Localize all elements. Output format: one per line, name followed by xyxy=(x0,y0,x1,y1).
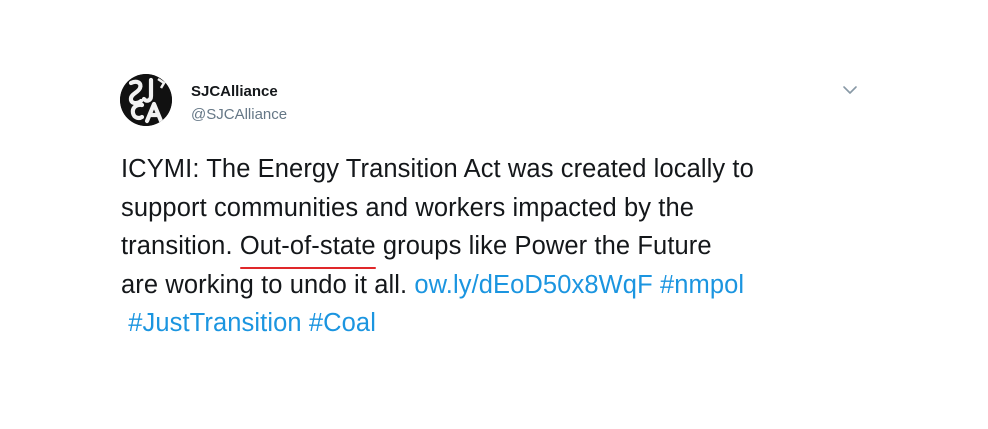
tweet-line-5: #JustTransition #Coal xyxy=(121,304,901,343)
sjca-logo-icon xyxy=(120,74,172,126)
tweet-line-3-start: transition. xyxy=(121,232,240,261)
underlined-phrase-text: Out-of-state xyxy=(239,232,376,261)
tweet-menu-button[interactable] xyxy=(838,80,862,100)
tweet-line-2: support communities and workers impacted… xyxy=(121,193,695,222)
hashtag-nmpol[interactable]: #nmpol xyxy=(660,271,744,299)
avatar[interactable] xyxy=(120,74,172,126)
hashtag-coal[interactable]: #Coal xyxy=(309,309,376,337)
tweet-line-4: are working to undo it all. ow.ly/dEoD50… xyxy=(121,266,901,305)
chevron-down-icon xyxy=(843,86,857,94)
tweet-line-1: ICYMI: The Energy Transition Act was cre… xyxy=(121,155,754,183)
tweet-text: ICYMI: The Energy Transition Act was cre… xyxy=(121,150,901,343)
hashtag-justtransition[interactable]: #JustTransition xyxy=(128,309,301,337)
underlined-phrase: Out-of-state xyxy=(239,227,376,269)
tweet-line-3-end: groups like Power the Future xyxy=(375,232,712,261)
author-name[interactable]: SJCAlliance xyxy=(191,83,278,100)
tweet-line-3: transition. Out-of-state groups like Pow… xyxy=(121,227,901,269)
tweet-card: SJCAlliance @SJCAlliance ICYMI: The Ener… xyxy=(0,0,988,429)
red-underline-annotation xyxy=(239,266,376,269)
tweet-line-4-text: are working to undo it all. xyxy=(121,270,415,299)
tweet-link[interactable]: ow.ly/dEoD50x8WqF xyxy=(414,271,652,299)
author-handle[interactable]: @SJCAlliance xyxy=(191,106,287,123)
